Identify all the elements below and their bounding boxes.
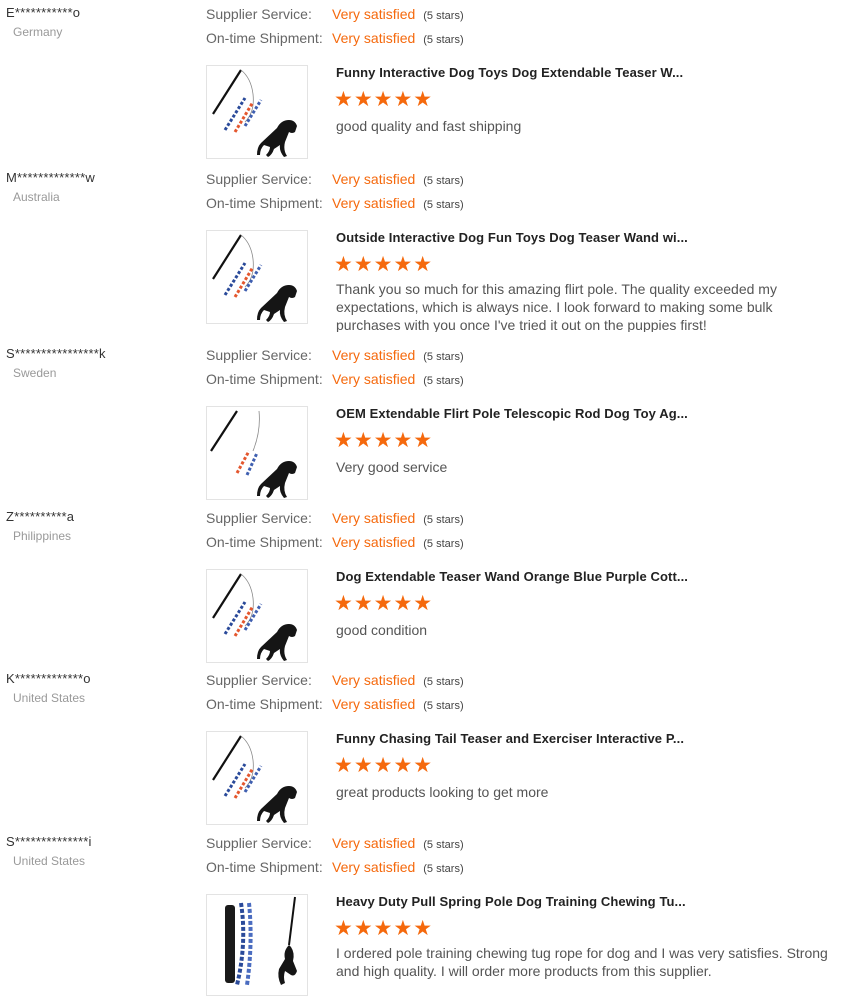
ontime-shipment-label: On-time Shipment: — [206, 371, 323, 387]
product-title-link[interactable]: OEM Extendable Flirt Pole Telescopic Rod… — [336, 406, 688, 421]
supplier-service-rating: Supplier Service: Very satisfied (5 stars) — [206, 347, 464, 363]
product-title-link[interactable]: Dog Extendable Teaser Wand Orange Blue P… — [336, 569, 688, 584]
ontime-shipment-value: Very satisfied — [332, 371, 416, 387]
ontime-shipment-label: On-time Shipment: — [206, 859, 323, 875]
supplier-service-label: Supplier Service: — [206, 6, 312, 22]
ontime-shipment-rating: On-time Shipment: Very satisfied (5 stars) — [206, 534, 464, 550]
ontime-shipment-stars: (5 stars) — [423, 863, 464, 875]
ontime-shipment-rating: On-time Shipment: Very satisfied (5 stars) — [206, 859, 464, 875]
product-thumbnail[interactable] — [206, 731, 308, 825]
supplier-reviews-page: { "labels": { "supplier_service": "Suppl… — [0, 0, 850, 1000]
star-rating: ★★★★★ — [334, 917, 434, 940]
supplier-service-stars: (5 stars) — [423, 839, 464, 851]
ontime-shipment-label: On-time Shipment: — [206, 30, 323, 46]
star-rating: ★★★★★ — [334, 88, 434, 111]
supplier-service-stars: (5 stars) — [423, 10, 464, 22]
ontime-shipment-stars: (5 stars) — [423, 538, 464, 550]
supplier-service-value: Very satisfied — [332, 510, 416, 526]
star-rating: ★★★★★ — [334, 253, 434, 276]
buyer-country: United States — [13, 854, 86, 868]
review-item: S****************k Sweden Supplier Servi… — [0, 346, 850, 501]
supplier-service-label: Supplier Service: — [206, 510, 312, 526]
supplier-service-value: Very satisfied — [332, 672, 416, 688]
supplier-service-rating: Supplier Service: Very satisfied (5 stars) — [206, 6, 464, 22]
ontime-shipment-value: Very satisfied — [332, 195, 416, 211]
star-rating: ★★★★★ — [334, 754, 434, 777]
supplier-service-stars: (5 stars) — [423, 676, 464, 688]
product-thumbnail[interactable] — [206, 569, 308, 663]
product-title-link[interactable]: Funny Chasing Tail Teaser and Exerciser … — [336, 731, 684, 746]
ontime-shipment-rating: On-time Shipment: Very satisfied (5 stars) — [206, 696, 464, 712]
buyer-name: S**************i — [6, 834, 92, 849]
review-comment: Very good service — [336, 459, 448, 475]
review-comment: good quality and fast shipping — [336, 118, 522, 134]
supplier-service-label: Supplier Service: — [206, 835, 312, 851]
supplier-service-label: Supplier Service: — [206, 171, 312, 187]
ontime-shipment-stars: (5 stars) — [423, 700, 464, 712]
ontime-shipment-rating: On-time Shipment: Very satisfied (5 stars) — [206, 30, 464, 46]
review-item: M*************w Australia Supplier Servi… — [0, 170, 850, 335]
ontime-shipment-label: On-time Shipment: — [206, 696, 323, 712]
product-thumbnail[interactable] — [206, 230, 308, 324]
supplier-service-value: Very satisfied — [332, 347, 416, 363]
product-title-link[interactable]: Outside Interactive Dog Fun Toys Dog Tea… — [336, 230, 688, 245]
buyer-name: M*************w — [6, 170, 95, 185]
supplier-service-rating: Supplier Service: Very satisfied (5 stars) — [206, 672, 464, 688]
ontime-shipment-stars: (5 stars) — [423, 199, 464, 211]
review-item: K*************o United States Supplier S… — [0, 671, 850, 826]
supplier-service-value: Very satisfied — [332, 835, 416, 851]
ontime-shipment-value: Very satisfied — [332, 696, 416, 712]
buyer-country: Germany — [13, 25, 63, 39]
ontime-shipment-rating: On-time Shipment: Very satisfied (5 stars) — [206, 195, 464, 211]
ontime-shipment-stars: (5 stars) — [423, 34, 464, 46]
dog-teaser-toy-image — [212, 735, 297, 823]
review-item: E***********o Germany Supplier Service: V… — [0, 5, 850, 163]
buyer-name: Z**********a — [6, 509, 75, 524]
review-item: S**************i United States Supplier … — [0, 834, 850, 1000]
buyer-name: S****************k — [6, 346, 106, 361]
buyer-country: Sweden — [13, 366, 57, 380]
buyer-name: E***********o — [6, 5, 81, 20]
ontime-shipment-rating: On-time Shipment: Very satisfied (5 stars) — [206, 371, 464, 387]
buyer-country: Australia — [13, 190, 60, 204]
star-rating: ★★★★★ — [334, 592, 434, 615]
buyer-country: Philippines — [13, 529, 72, 543]
supplier-service-rating: Supplier Service: Very satisfied (5 stars) — [206, 510, 464, 526]
ontime-shipment-stars: (5 stars) — [423, 375, 464, 387]
buyer-name: K*************o — [6, 671, 91, 686]
product-title-link[interactable]: Funny Interactive Dog Toys Dog Extendabl… — [336, 65, 683, 80]
spring-pole-image — [225, 896, 297, 986]
flirt-pole-image — [210, 410, 297, 498]
supplier-service-value: Very satisfied — [332, 6, 416, 22]
review-comment: good condition — [336, 622, 428, 638]
review-comment: Thank you so much for this amazing flirt… — [336, 281, 777, 332]
supplier-service-label: Supplier Service: — [206, 347, 312, 363]
product-thumbnail[interactable] — [206, 65, 308, 159]
buyer-country: United States — [13, 691, 86, 705]
review-comment: great products looking to get more — [336, 784, 549, 800]
product-thumbnail[interactable] — [206, 894, 308, 996]
review-comment: I ordered pole training chewing tug rope… — [336, 945, 828, 979]
ontime-shipment-label: On-time Shipment: — [206, 534, 323, 550]
review-item: Z**********a Philippines Supplier Servic… — [0, 509, 850, 664]
supplier-service-value: Very satisfied — [332, 171, 416, 187]
supplier-service-rating: Supplier Service: Very satisfied (5 stars) — [206, 171, 464, 187]
dog-teaser-toy-image — [212, 234, 297, 322]
ontime-shipment-value: Very satisfied — [332, 859, 416, 875]
supplier-service-rating: Supplier Service: Very satisfied (5 stars) — [206, 835, 464, 851]
dog-teaser-toy-image — [212, 573, 297, 661]
supplier-service-label: Supplier Service: — [206, 672, 312, 688]
product-title-link[interactable]: Heavy Duty Pull Spring Pole Dog Training… — [336, 894, 686, 909]
ontime-shipment-value: Very satisfied — [332, 534, 416, 550]
supplier-service-stars: (5 stars) — [423, 351, 464, 363]
ontime-shipment-value: Very satisfied — [332, 30, 416, 46]
supplier-service-stars: (5 stars) — [423, 514, 464, 526]
star-rating: ★★★★★ — [334, 429, 434, 452]
dog-teaser-toy-image — [212, 69, 297, 157]
product-thumbnail[interactable] — [206, 406, 308, 500]
ontime-shipment-label: On-time Shipment: — [206, 195, 323, 211]
supplier-service-stars: (5 stars) — [423, 175, 464, 187]
